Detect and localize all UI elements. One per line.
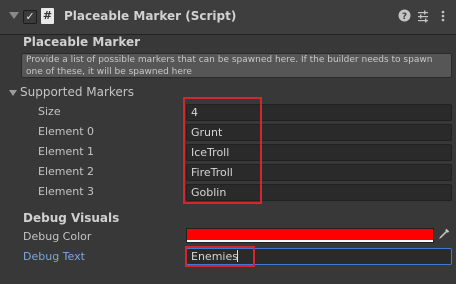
- element-1-label: Element 1: [38, 145, 95, 158]
- svg-text:?: ?: [401, 12, 406, 22]
- help-icon[interactable]: ?: [397, 9, 411, 23]
- supported-markers-foldout[interactable]: Supported Markers: [10, 85, 134, 99]
- highlight-box-debug-text: [185, 246, 255, 267]
- section-title-debug-visuals: Debug Visuals: [23, 211, 120, 225]
- component-foldout-arrow-icon[interactable]: [9, 12, 19, 19]
- component-title: Placeable Marker (Script): [64, 9, 237, 23]
- color-swatch: [187, 229, 433, 240]
- debug-text-label: Debug Text: [23, 250, 85, 263]
- element-0-label: Element 0: [38, 125, 95, 138]
- element-3-label: Element 3: [38, 185, 95, 198]
- presets-icon[interactable]: [416, 9, 430, 23]
- color-alpha-bar: [187, 240, 433, 242]
- highlight-box-markers: [183, 97, 262, 204]
- section-title-placeable-marker: Placeable Marker: [23, 35, 141, 49]
- debug-color-field[interactable]: [186, 228, 434, 243]
- debug-color-label: Debug Color: [23, 230, 92, 243]
- element-2-label: Element 2: [38, 165, 95, 178]
- eyedropper-icon[interactable]: [436, 228, 452, 243]
- more-options-icon[interactable]: [436, 9, 450, 23]
- component-enabled-checkbox[interactable]: ✓: [23, 10, 37, 24]
- script-icon: #: [41, 8, 54, 24]
- help-box: Provide a list of possible markers that …: [21, 53, 452, 78]
- size-label: Size: [38, 105, 61, 118]
